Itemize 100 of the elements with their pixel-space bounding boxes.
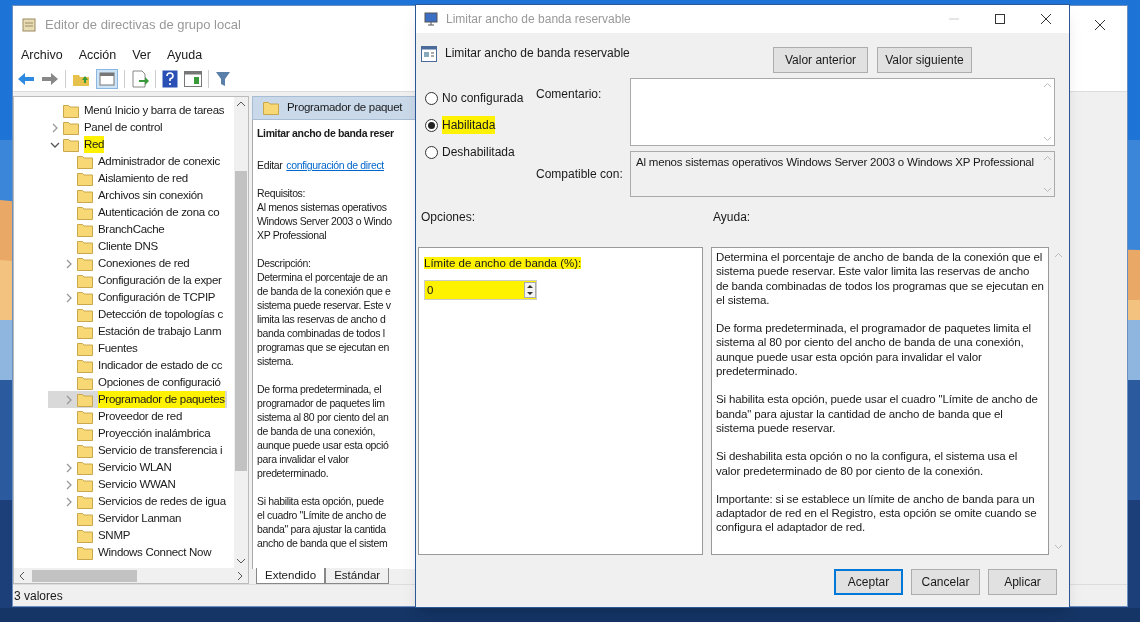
menu-item[interactable]: Archivo (15, 45, 69, 65)
tree-label: Cliente DNS (98, 238, 158, 254)
tree-item[interactable]: Menú Inicio y barra de tareas (48, 102, 227, 119)
policy-title: Limitar ancho de banda reser (257, 125, 394, 140)
chevron-right-icon[interactable] (64, 292, 74, 303)
description-line: programador de paquetes lim (257, 395, 385, 410)
policy-heading: Limitar ancho de banda reservable (445, 45, 630, 62)
nav-button[interactable]: Valor anterior (773, 47, 868, 73)
tree-item[interactable]: Servicio de transferencia i (48, 442, 225, 459)
spin-field[interactable]: 0 (424, 280, 537, 301)
spin-arrows-icon[interactable] (524, 282, 536, 299)
view-tab[interactable]: Estándar (325, 568, 390, 584)
back-arrow-icon[interactable] (17, 71, 35, 86)
chevron-right-icon[interactable] (64, 258, 74, 269)
help-paragraph: De forma predeterminada, el programador de paquetes limita el sistema al 80 por ciento del ancho de banda de una conexión, aunque puede usar esta opción para invalidar el valor predeterminado. (716, 321, 1032, 379)
description-line: Requisitos: (257, 185, 306, 200)
status-text: 3 valores (14, 587, 63, 605)
tree-item[interactable]: Configuración de TCPIP (48, 289, 218, 306)
radio-button[interactable] (425, 91, 438, 105)
tree-item[interactable]: Servicio WLAN (48, 459, 174, 476)
chevron-right-icon[interactable] (50, 122, 60, 133)
chevron-right-icon[interactable] (64, 496, 74, 507)
tree-label: Detección de topologías c (98, 306, 223, 322)
chevron-right-icon[interactable] (64, 479, 74, 490)
tree-item[interactable]: Administrador de conexic (48, 153, 222, 170)
tree-item[interactable]: Windows Connect Now (48, 544, 214, 561)
tree-item[interactable]: Servidor Lanman (48, 510, 184, 527)
tree-item[interactable]: Autenticación de zona co (48, 204, 222, 221)
forward-arrow-icon[interactable] (41, 71, 59, 86)
radio-label[interactable]: Deshabilitada (442, 143, 515, 161)
folder-icon (77, 494, 93, 509)
description-line: Windows Server 2003 o Windo (257, 213, 392, 228)
chevron-right-icon[interactable] (64, 462, 74, 473)
radio-button[interactable] (425, 118, 438, 132)
tree-item[interactable]: Opciones de configuració (48, 374, 223, 391)
dialog-button[interactable]: Aplicar (988, 569, 1057, 595)
tree-item[interactable]: Proveedor de red (48, 408, 185, 425)
tree-item[interactable]: Servicio WWAN (48, 476, 178, 493)
dialog-title: Limitar ancho de banda reservable (446, 11, 631, 28)
description-line: XP Professional (257, 227, 327, 242)
vertical-scrollbar[interactable] (234, 97, 248, 568)
panel-icon[interactable] (96, 68, 118, 89)
folder-icon (77, 392, 93, 407)
tree-item[interactable]: Red (48, 136, 107, 153)
tree-item[interactable]: BranchCache (48, 221, 167, 238)
description-line: sistema al 80 por ciento del an (257, 409, 389, 424)
dialog-button[interactable]: Aceptar (834, 569, 903, 595)
folder-icon (77, 358, 93, 373)
export-icon[interactable] (131, 69, 149, 88)
description-line: sistema. (257, 353, 294, 368)
policy-link[interactable]: configuración de direct (286, 157, 384, 172)
folder-icon (77, 443, 93, 458)
tree-label: Autenticación de zona co (98, 204, 220, 220)
description-line: de banda de la conexión que e (257, 283, 391, 298)
tree-item[interactable]: Programador de paquetes (48, 391, 227, 408)
tree-item[interactable]: Estación de trabajo Lanm (48, 323, 224, 340)
dialog-button[interactable]: Cancelar (911, 569, 980, 595)
tree-label: SNMP (98, 527, 131, 543)
tree-item[interactable]: Indicador de estado de cc (48, 357, 225, 374)
menu-item[interactable]: Acción (72, 45, 123, 65)
tree-item[interactable]: Conexiones de red (48, 255, 192, 272)
tree-label: Programador de paquetes (98, 390, 225, 409)
tree-item[interactable]: Archivos sin conexión (48, 187, 205, 204)
tree-item[interactable]: SNMP (48, 527, 133, 544)
scrollbar-thumb[interactable] (235, 171, 247, 471)
radio-label[interactable]: No configurada (442, 89, 524, 107)
description-line: aunque puede usar esta opció (257, 437, 389, 452)
tree-item[interactable]: Cliente DNS (48, 238, 160, 255)
edit-label: Editar (257, 157, 283, 172)
tree-label: Panel de control (84, 119, 163, 135)
description-line: programas que se ejecutan en (257, 339, 390, 354)
description-line: limita las reservas de ancho d (257, 311, 386, 326)
menu-item[interactable]: Ver (126, 45, 157, 65)
folder-icon (77, 273, 93, 288)
settings-window-icon (421, 46, 437, 62)
tree-item[interactable]: Panel de control (48, 119, 165, 136)
folder-icon (77, 307, 93, 322)
description-line: Al menos sistemas operativos (257, 199, 387, 214)
tree-item[interactable]: Detección de topologías c (48, 306, 225, 323)
window-icon[interactable] (184, 70, 202, 87)
tree-label: Servicios de redes de igua (98, 493, 226, 509)
folder-icon (77, 222, 93, 237)
view-tab[interactable]: Extendido (256, 568, 326, 584)
tree-item[interactable]: Configuración de la exper (48, 272, 224, 289)
radio-button[interactable] (425, 145, 438, 159)
folder-icon (77, 290, 93, 305)
tree-item[interactable]: Fuentes (48, 340, 140, 357)
scrollbar-thumb[interactable] (32, 569, 137, 582)
horizontal-scrollbar[interactable] (14, 568, 248, 583)
tree-item[interactable]: Aislamiento de red (48, 170, 190, 187)
help-icon[interactable] (162, 69, 178, 88)
nav-button[interactable]: Valor siguiente (877, 47, 972, 73)
comment-label: Comentario: (536, 86, 602, 103)
tree-item[interactable]: Proyección inalámbrica (48, 425, 213, 442)
description-line: para invalidar el valor (257, 451, 349, 466)
menu-item[interactable]: Ayuda (161, 45, 209, 65)
scroll-icon (21, 17, 37, 33)
filter-icon[interactable] (215, 70, 231, 87)
tree-item[interactable]: Servicios de redes de igua (48, 493, 228, 510)
tree-label: Proveedor de red (98, 408, 183, 424)
